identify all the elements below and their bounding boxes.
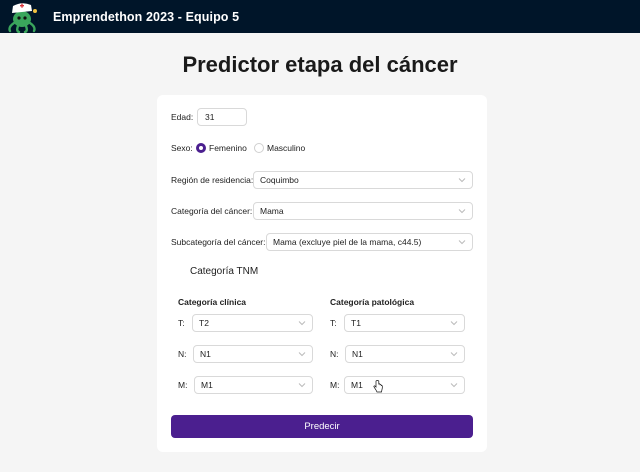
clinical-n-label: N:: [178, 349, 187, 359]
pathological-m-select[interactable]: M1: [344, 376, 465, 394]
octopus-nurse-logo-icon: [4, 1, 42, 34]
clinical-m-value: M1: [201, 380, 213, 390]
chevron-down-icon: [298, 350, 306, 358]
app-title: Emprendethon 2023 - Equipo 5: [53, 10, 240, 24]
age-label: Edad:: [171, 112, 194, 122]
pathological-n-value: N1: [352, 349, 363, 359]
prediction-form-card: Edad: 31 Sexo: Femenino Masculino Región…: [157, 95, 487, 452]
chevron-down-icon: [298, 319, 306, 327]
radio-masculino[interactable]: [254, 143, 264, 153]
pathological-t-select[interactable]: T1: [344, 314, 465, 332]
radio-femenino[interactable]: [196, 143, 206, 153]
hand-pointer-cursor-icon: [373, 380, 383, 393]
chevron-down-icon: [458, 207, 466, 215]
chevron-down-icon: [450, 319, 458, 327]
pathological-m-label: M:: [330, 380, 340, 390]
pathological-category-heading: Categoría patológica: [330, 297, 415, 307]
clinical-category-heading: Categoría clínica: [178, 297, 247, 307]
pathological-n-label: N:: [330, 349, 339, 359]
clinical-n-value: N1: [200, 349, 211, 359]
cancer-category-select[interactable]: Mama: [253, 202, 473, 220]
cancer-category-label: Categoría del cáncer:: [171, 206, 253, 216]
cancer-subcategory-select[interactable]: Mama (excluye piel de la mama, c44.5): [266, 233, 473, 251]
region-select-value: Coquimbo: [260, 175, 299, 185]
chevron-down-icon: [458, 176, 466, 184]
chevron-down-icon: [298, 381, 306, 389]
age-input[interactable]: 31: [197, 108, 247, 126]
region-select[interactable]: Coquimbo: [253, 171, 473, 189]
pathological-m-value: M1: [351, 380, 363, 390]
clinical-m-label: M:: [178, 380, 188, 390]
cancer-subcategory-label: Subcategoría del cáncer:: [171, 237, 266, 247]
clinical-t-value: T2: [199, 318, 209, 328]
clinical-t-select[interactable]: T2: [192, 314, 313, 332]
sex-label: Sexo:: [171, 143, 193, 153]
cancer-subcategory-value: Mama (excluye piel de la mama, c44.5): [273, 237, 422, 247]
clinical-t-label: T:: [178, 318, 185, 328]
pathological-t-label: T:: [330, 318, 337, 328]
tnm-section-title: Categoría TNM: [190, 266, 259, 277]
chevron-down-icon: [450, 350, 458, 358]
cancer-category-value: Mama: [260, 206, 284, 216]
top-bar: Emprendethon 2023 - Equipo 5: [0, 0, 640, 34]
clinical-m-select[interactable]: M1: [194, 376, 313, 394]
predict-button[interactable]: Predecir: [171, 415, 473, 438]
chevron-down-icon: [450, 381, 458, 389]
radio-femenino-label[interactable]: Femenino: [209, 143, 247, 153]
chevron-down-icon: [458, 238, 466, 246]
radio-masculino-label[interactable]: Masculino: [267, 143, 305, 153]
clinical-n-select[interactable]: N1: [193, 345, 313, 363]
pathological-n-select[interactable]: N1: [345, 345, 465, 363]
pathological-t-value: T1: [351, 318, 361, 328]
page-title: Predictor etapa del cáncer: [182, 52, 458, 77]
region-label: Región de residencia:: [171, 175, 253, 185]
